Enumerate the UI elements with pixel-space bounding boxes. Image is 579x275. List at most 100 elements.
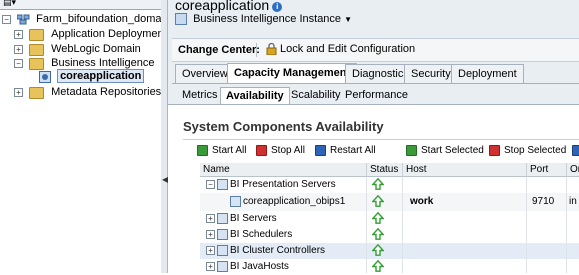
status-up-icon bbox=[372, 260, 384, 273]
collapse-panel-icon[interactable]: ◀ bbox=[162, 176, 168, 184]
name-cell: − BI Presentation Servers bbox=[206, 177, 336, 193]
restart-selected-button[interactable] bbox=[572, 144, 579, 158]
change-center-bar: Change Center: Lock and Edit Configurati… bbox=[172, 38, 579, 62]
info-icon[interactable]: i bbox=[272, 2, 283, 13]
port-cell: 9710 bbox=[532, 196, 555, 207]
button-label: Stop All bbox=[271, 145, 305, 156]
tree-item-label: WebLogic Domain bbox=[51, 43, 141, 55]
table-row[interactable]: − BI Presentation Servers bbox=[200, 177, 579, 193]
column-header-host[interactable]: Host bbox=[402, 163, 526, 177]
stop-icon bbox=[256, 144, 267, 156]
tree-item-weblogic-domain[interactable]: + WebLogic Domain bbox=[14, 42, 141, 57]
collapse-icon[interactable]: − bbox=[14, 59, 23, 68]
stop-all-button[interactable]: Stop All bbox=[256, 144, 305, 158]
status-cell bbox=[372, 243, 384, 259]
tab-overview[interactable]: Overview bbox=[175, 64, 235, 84]
status-cell bbox=[372, 211, 384, 227]
page-header: coreapplication i bbox=[175, 0, 283, 13]
expand-icon[interactable]: + bbox=[14, 30, 23, 39]
stop-selected-button[interactable]: Stop Selected bbox=[489, 144, 566, 158]
column-divider bbox=[566, 177, 567, 273]
status-cell bbox=[372, 177, 384, 193]
expand-icon[interactable]: + bbox=[206, 261, 215, 271]
extra-cell: in bbox=[569, 196, 577, 207]
component-icon bbox=[230, 195, 241, 207]
collapse-icon[interactable]: − bbox=[2, 15, 11, 24]
column-divider bbox=[366, 177, 367, 273]
status-up-icon bbox=[372, 228, 384, 241]
column-header-name[interactable]: Name bbox=[200, 163, 366, 177]
restart-icon bbox=[572, 144, 579, 156]
tab-label: Diagnostics bbox=[352, 68, 409, 80]
component-name: BI Servers bbox=[230, 213, 277, 224]
subtab-metrics[interactable]: Metrics bbox=[177, 87, 222, 103]
lock-icon bbox=[266, 42, 277, 56]
subtab-availability[interactable]: Availability bbox=[220, 87, 290, 104]
component-group-icon bbox=[217, 212, 228, 224]
tree-item-application-deployments[interactable]: + Application Deployments bbox=[14, 27, 161, 42]
change-center-label: Change Center: bbox=[178, 44, 260, 56]
tree-item-label: Farm_bifoundation_domain bbox=[36, 13, 162, 25]
table-row[interactable]: + BI Schedulers bbox=[200, 227, 579, 243]
tab-deployment[interactable]: Deployment bbox=[451, 64, 524, 84]
component-name: coreapplication_obips1 bbox=[243, 196, 346, 207]
expand-icon[interactable]: + bbox=[206, 245, 215, 255]
status-up-icon bbox=[372, 244, 384, 257]
bi-instance-icon bbox=[175, 13, 187, 26]
column-header-port[interactable]: Port bbox=[526, 163, 566, 177]
status-cell bbox=[372, 227, 384, 243]
name-cell: + BI Schedulers bbox=[206, 227, 292, 243]
tab-capacity-management[interactable]: Capacity Management bbox=[227, 63, 358, 84]
components-table: Name Status Host Port Or − BI Presentatio… bbox=[200, 163, 579, 273]
tree-item-metadata-repositories[interactable]: + Metadata Repositories bbox=[14, 85, 161, 100]
folder-icon bbox=[29, 43, 45, 56]
instance-menu[interactable]: Business Intelligence Instance ▼ bbox=[175, 13, 353, 26]
expand-icon[interactable]: + bbox=[14, 45, 23, 54]
host-cell: work bbox=[410, 196, 434, 207]
tab-label: Overview bbox=[182, 68, 228, 80]
column-header-status[interactable]: Status bbox=[366, 163, 402, 177]
component-group-icon bbox=[217, 228, 228, 240]
component-group-icon bbox=[217, 244, 228, 256]
tree-item-coreapplication[interactable]: coreapplication bbox=[39, 69, 145, 84]
component-name: BI Cluster Controllers bbox=[230, 245, 326, 256]
expand-icon[interactable]: + bbox=[206, 229, 215, 239]
button-label: Restart All bbox=[330, 145, 376, 156]
component-name: BI Schedulers bbox=[230, 229, 293, 240]
button-label: Stop Selected bbox=[504, 145, 567, 156]
tree-menu-icon[interactable]: ▤▾ bbox=[3, 0, 16, 8]
tree-item-label: coreapplication bbox=[57, 69, 145, 83]
start-all-button[interactable]: Start All bbox=[197, 144, 246, 158]
divider bbox=[256, 43, 257, 57]
subtab-scalability[interactable]: Scalability bbox=[286, 87, 346, 103]
component-name: BI Presentation Servers bbox=[230, 179, 336, 190]
folder-icon bbox=[29, 28, 45, 41]
panel-splitter[interactable] bbox=[161, 0, 168, 273]
expand-icon[interactable]: + bbox=[14, 88, 23, 97]
table-row[interactable]: + BI Servers bbox=[200, 211, 579, 227]
lock-edit-label: Lock and Edit Configuration bbox=[280, 43, 416, 55]
name-cell: + BI Cluster Controllers bbox=[206, 243, 325, 259]
tree-item-label: Metadata Repositories bbox=[51, 86, 162, 98]
expand-icon[interactable]: + bbox=[206, 213, 215, 223]
table-row[interactable]: + BI Cluster Controllers bbox=[200, 243, 579, 259]
table-row[interactable]: coreapplication_obips1 work 9710 in bbox=[200, 193, 579, 211]
lock-edit-button[interactable]: Lock and Edit Configuration bbox=[266, 42, 416, 56]
tab-label: Security bbox=[411, 68, 451, 80]
start-selected-button[interactable]: Start Selected bbox=[406, 144, 484, 158]
tab-security[interactable]: Security bbox=[404, 64, 458, 84]
tree-item-farm[interactable]: − Farm_bifoundation_domain bbox=[2, 12, 162, 27]
collapse-icon[interactable]: − bbox=[206, 179, 215, 189]
tab-divider bbox=[172, 83, 579, 84]
subtab-performance[interactable]: Performance bbox=[340, 87, 413, 103]
tab-label: Deployment bbox=[458, 68, 517, 80]
restart-all-button[interactable]: Restart All bbox=[315, 144, 376, 158]
component-group-icon bbox=[217, 178, 228, 190]
section-divider bbox=[183, 139, 579, 140]
button-label: Start Selected bbox=[421, 145, 484, 156]
column-header-extra[interactable]: Or bbox=[566, 163, 579, 177]
status-up-icon bbox=[372, 195, 384, 208]
folder-icon bbox=[29, 57, 45, 70]
chevron-down-icon: ▼ bbox=[344, 15, 353, 24]
component-name: BI JavaHosts bbox=[230, 261, 289, 272]
